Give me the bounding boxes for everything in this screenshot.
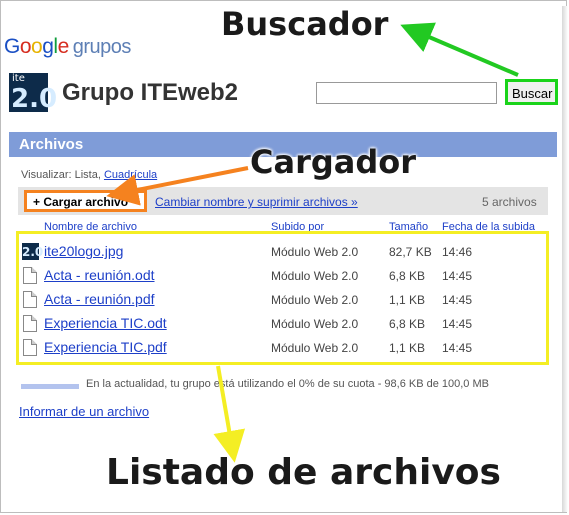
file-uploader: Módulo Web 2.0 <box>271 245 359 259</box>
file-size: 1,1 KB <box>389 341 426 355</box>
file-size: 6,8 KB <box>389 317 426 331</box>
file-date: 14:45 <box>442 293 473 307</box>
upload-file-button[interactable]: + Cargar archivo <box>24 190 147 212</box>
file-uploader: Módulo Web 2.0 <box>271 293 359 307</box>
file-size: 1,1 KB <box>389 293 426 307</box>
document-icon <box>23 315 37 332</box>
table-row: Experiencia TIC.odt Módulo Web 2.0 6,8 K… <box>22 314 542 334</box>
view-mode-prefix: Visualizar: Lista, <box>21 169 101 181</box>
file-date: 14:45 <box>442 317 473 331</box>
annotation-cargador: Cargador <box>250 143 417 181</box>
group-icon-big-text: 2.0 <box>11 84 58 114</box>
table-row: Experiencia TIC.pdf Módulo Web 2.0 1,1 K… <box>22 338 542 358</box>
file-uploader: Módulo Web 2.0 <box>271 269 359 283</box>
document-icon <box>23 339 37 356</box>
report-file-link[interactable]: Informar de un archivo <box>19 404 149 419</box>
search-input[interactable] <box>316 82 497 104</box>
table-row: Acta - reunión.pdf Módulo Web 2.0 1,1 KB… <box>22 290 542 310</box>
file-count: 5 archivos <box>482 195 537 209</box>
file-name-link[interactable]: Acta - reunión.odt <box>44 267 155 283</box>
grid-view-link[interactable]: Cuadrícula <box>104 169 157 181</box>
annotation-buscador: Buscador <box>221 5 389 43</box>
file-size: 82,7 KB <box>389 245 432 259</box>
file-uploader: Módulo Web 2.0 <box>271 317 359 331</box>
google-wordmark: Google <box>4 35 69 58</box>
group-icon[interactable]: ite 2.0 <box>9 73 57 114</box>
file-date: 14:46 <box>442 245 473 259</box>
google-groups-logo[interactable]: Google grupos <box>4 35 131 59</box>
file-date: 14:45 <box>442 341 473 355</box>
annotation-listado: Listado de archivos <box>106 452 501 493</box>
file-name-link[interactable]: Experiencia TIC.pdf <box>44 339 167 355</box>
document-icon <box>23 291 37 308</box>
image-thumbnail-icon: 2.0 <box>22 243 44 260</box>
table-row: 2.0 ite20logo.jpg Módulo Web 2.0 82,7 KB… <box>22 242 542 262</box>
grupos-wordmark: grupos <box>72 36 132 58</box>
rename-delete-files-link[interactable]: Cambiar nombre y suprimir archivos » <box>155 195 358 209</box>
search-button[interactable]: Buscar <box>505 79 558 105</box>
view-mode-line: Visualizar: Lista, Cuadrícula <box>21 169 157 181</box>
file-name-link[interactable]: ite20logo.jpg <box>44 243 123 259</box>
file-uploader: Módulo Web 2.0 <box>271 341 359 355</box>
group-title: Grupo ITEweb2 <box>62 79 239 106</box>
file-size: 6,8 KB <box>389 269 426 283</box>
quota-usage-bar <box>21 384 79 389</box>
file-name-link[interactable]: Experiencia TIC.odt <box>44 315 167 331</box>
document-icon <box>23 267 37 284</box>
group-icon-small-text: ite <box>12 73 25 84</box>
table-row: Acta - reunión.odt Módulo Web 2.0 6,8 KB… <box>22 266 542 286</box>
file-name-link[interactable]: Acta - reunión.pdf <box>44 291 155 307</box>
file-date: 14:45 <box>442 269 473 283</box>
quota-text: En la actualidad, tu grupo está utilizan… <box>86 378 489 390</box>
window-shadow <box>562 6 568 512</box>
